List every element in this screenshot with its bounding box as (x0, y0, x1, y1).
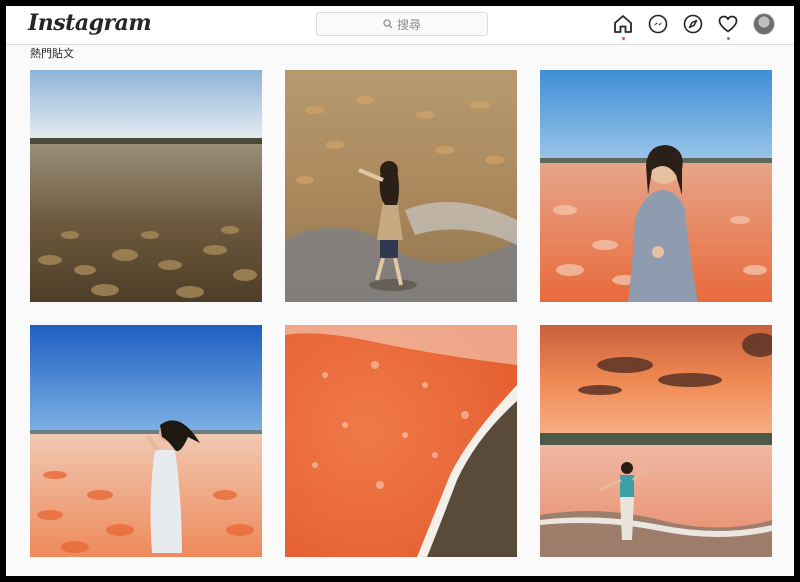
post-orange-salt-water[interactable] (285, 325, 517, 557)
post-image (30, 70, 262, 302)
top-posts-heading: 熱門貼文 (30, 47, 74, 60)
search-placeholder: 搜尋 (396, 17, 421, 32)
post-image (285, 70, 517, 302)
post-woman-smiling-pink-flat[interactable] (540, 70, 772, 302)
post-woman-sunset-pink-lake[interactable] (540, 325, 772, 557)
post-woman-hair-blowing[interactable] (30, 325, 262, 557)
post-image (285, 325, 517, 557)
activity-heart-icon[interactable] (717, 13, 739, 35)
activity-notification-dot (727, 37, 730, 40)
post-image (540, 325, 772, 557)
instagram-logo[interactable]: Instagram (28, 10, 152, 36)
profile-avatar[interactable] (753, 13, 775, 35)
home-notification-dot (622, 37, 625, 40)
post-woman-on-salt-flat[interactable] (285, 70, 517, 302)
post-image (30, 325, 262, 557)
search-icon (383, 19, 393, 29)
explore-compass-icon[interactable] (682, 13, 704, 35)
messenger-icon[interactable] (647, 13, 669, 35)
search-box[interactable]: 搜尋 (316, 12, 488, 36)
post-image (540, 70, 772, 302)
post-salt-flat-landscape[interactable] (30, 70, 262, 302)
top-navigation-bar: Instagram 搜尋 (6, 6, 794, 45)
instagram-window: Instagram 搜尋 熱門貼文 (6, 6, 794, 576)
home-icon[interactable] (612, 13, 634, 35)
